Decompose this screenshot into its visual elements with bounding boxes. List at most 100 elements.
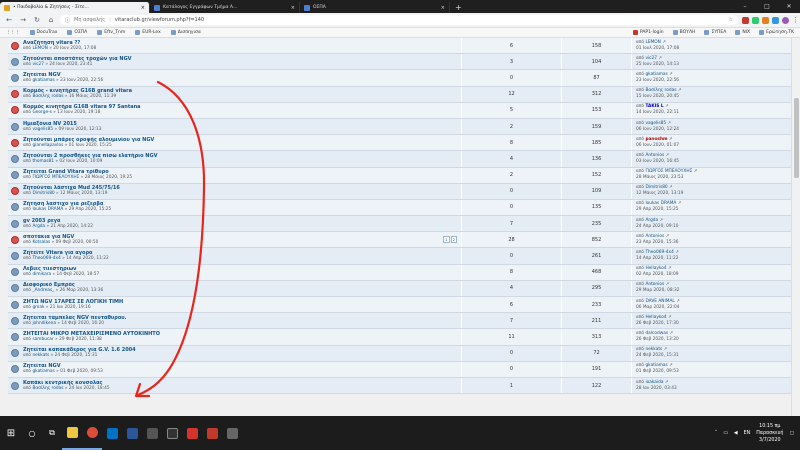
topic-row[interactable]: Διαφορικό Εμπρός από _Andreas_ » 26 Μαρ 2… — [8, 280, 791, 297]
go-to-post-icon[interactable]: ↗ — [694, 169, 698, 174]
notifications-icon[interactable]: ▢ — [789, 431, 794, 436]
bookmark-ospa[interactable]: ΟΣΠΑ — [67, 30, 87, 35]
last-post-author-link[interactable]: ioakaida — [645, 380, 663, 385]
network-icon[interactable]: ▭ — [723, 431, 728, 436]
language-indicator[interactable]: EN — [744, 431, 751, 436]
topic-row[interactable]: ΖΗΤΕΙΤΑΙ ΜΙΚΡΟ ΜΕΤΑΧΕΙΡΙΣΜΕΝΟ ΑΥΤΟΚΙΝΗΤΟ… — [8, 329, 791, 346]
topic-author-link[interactable]: _Andreas_ — [32, 288, 54, 293]
tab-ospa[interactable]: ΟΣΠΑ × — [300, 2, 450, 13]
last-post-author-link[interactable]: gkatiamas — [645, 363, 667, 368]
volume-icon[interactable]: ◀ — [734, 431, 738, 436]
search-icon[interactable]: ○ — [22, 416, 42, 450]
topic-author-link[interactable]: johndikena — [32, 321, 56, 326]
topic-row[interactable]: Ζητείται Grand Vitara τρίθυρο από ΓΙΩΡΓΟΣ… — [8, 167, 791, 184]
clock[interactable]: 10:15 πμ Παρασκευή 3/7/2020 — [756, 423, 783, 444]
bookmark-nix[interactable]: NIX — [735, 30, 750, 35]
go-to-post-icon[interactable]: ↗ — [678, 88, 682, 93]
topic-row[interactable]: Ζητείται καπακάδερος για G.V. 1.6 2004 απ… — [8, 345, 791, 362]
last-post-author-link[interactable]: nekkats — [645, 347, 662, 352]
outlook-icon[interactable] — [102, 416, 122, 450]
go-to-post-icon[interactable]: ↗ — [676, 299, 680, 304]
home-icon[interactable]: ⌂ — [46, 15, 56, 25]
last-post-author-link[interactable]: vic27 — [645, 56, 657, 61]
maximize-icon[interactable]: □ — [756, 0, 778, 13]
apps-icon[interactable]: ⋮⋮⋮ — [6, 30, 20, 35]
topic-row[interactable]: Ημιαξόνια NV 2015 από vagelis85 » 09 Ιουν… — [8, 118, 791, 136]
go-to-post-icon[interactable]: ↗ — [666, 153, 670, 158]
last-post-author-link[interactable]: panoshm — [645, 137, 667, 142]
go-to-post-icon[interactable]: ↗ — [668, 315, 672, 320]
go-to-post-icon[interactable]: ↗ — [666, 234, 670, 239]
topic-author-link[interactable]: Dimitris80 — [32, 191, 54, 196]
last-post-author-link[interactable]: DAVE ANIMAL — [645, 299, 674, 304]
topic-author-link[interactable]: thomas81 — [32, 159, 54, 164]
topic-author-link[interactable]: Argda — [32, 224, 45, 229]
last-post-author-link[interactable]: Hellayko4 — [645, 266, 666, 271]
bookmark-eurlex[interactable]: EUR-Lex — [135, 30, 161, 35]
last-post-author-link[interactable]: Theo069-4x4 — [645, 250, 673, 255]
go-to-post-icon[interactable]: ↗ — [668, 266, 672, 271]
topic-row[interactable]: gv 2003 ρεγα από Argda » 21 Απρ 2020, 14:… — [8, 216, 791, 233]
bookmark-sypea[interactable]: ΣΥΠΕΑ — [704, 30, 726, 35]
topic-author-link[interactable]: George-s — [32, 110, 51, 115]
word-icon[interactable] — [122, 416, 142, 450]
pdf-icon[interactable] — [182, 416, 202, 450]
chevron-up-icon[interactable]: ˄ — [715, 431, 717, 436]
bookmark-erotisi[interactable]: Eρώτηση.TK — [759, 30, 794, 35]
topic-row[interactable]: σποτακια για NGV από Kotsalas » 09 Φεβ 20… — [8, 232, 791, 249]
go-to-post-icon[interactable]: ↗ — [669, 72, 673, 77]
last-post-author-link[interactable]: Antonios — [645, 153, 664, 158]
extension-icon[interactable] — [772, 16, 779, 24]
topic-row[interactable]: Ζητούνται 2 προσθήκες για πίσω ελατήριο … — [8, 151, 791, 168]
topic-row[interactable]: Αναζήτηση vitara ?? από LEMON » 20 Ιουν 2… — [8, 38, 791, 55]
bookmark-eftv[interactable]: Eftv_Tnm — [97, 30, 125, 35]
topic-author-link[interactable]: Kotsalas — [32, 240, 50, 245]
last-post-author-link[interactable]: vagelis85 — [645, 121, 666, 126]
go-to-post-icon[interactable]: ↗ — [669, 363, 673, 368]
topic-row[interactable]: Λεβιες τιιεστηριων από dimikara » 14 Φεβ … — [8, 264, 791, 281]
topic-row[interactable]: Ζητούνται λάστιχα Mud 245/75/16 από Dimit… — [8, 183, 791, 200]
last-post-author-link[interactable]: dalcodwas — [645, 331, 668, 336]
last-post-author-link[interactable]: gkatiamas — [645, 72, 667, 77]
url-input[interactable]: ⓘ Μη ασφαλής | vitaraclub.gr/viewforum.p… — [60, 15, 738, 25]
topic-row[interactable]: ΖΗΤΩ NGV 17ΑΡΕΣ ΣΕ ΛΟΓΙΚΗ ΤΙΜΗ από gmak »… — [8, 297, 791, 314]
bookmark-dispigisa[interactable]: Δισπηγισα — [170, 30, 201, 35]
topic-author-link[interactable]: gmak — [32, 305, 44, 310]
calculator-icon[interactable] — [222, 416, 242, 450]
topic-row[interactable]: Ζήτηση λαστιχο για ρεζερβα από loukas DRA… — [8, 199, 791, 217]
go-to-post-icon[interactable]: ↗ — [660, 218, 664, 223]
topic-author-link[interactable]: Βασίλης rodas — [32, 94, 63, 99]
topic-author-link[interactable]: Βασίλης rodas — [32, 386, 63, 391]
media-icon[interactable] — [142, 416, 162, 450]
opera-icon[interactable] — [742, 16, 749, 24]
go-to-post-icon[interactable]: ↗ — [678, 201, 682, 206]
topic-row[interactable]: Ζητειται ταμπελας NGV πενταθυρου. από joh… — [8, 313, 791, 330]
bookmark-vouli[interactable]: ΒΟΥΛΗ — [672, 30, 695, 35]
go-to-post-icon[interactable]: ↗ — [667, 121, 671, 126]
go-to-post-icon[interactable]: ↗ — [665, 380, 669, 385]
go-to-post-icon[interactable]: ↗ — [669, 331, 673, 336]
page-link[interactable]: 2 — [450, 236, 457, 244]
topic-author-link[interactable]: vic27 — [32, 62, 44, 67]
last-post-author-link[interactable]: ΓΙΩΡΓΟΣ ΜΠΕΛΟΥΧΗΣ — [645, 169, 692, 174]
topic-author-link[interactable]: gkatiamas — [32, 369, 54, 374]
go-to-post-icon[interactable]: ↗ — [658, 56, 662, 61]
topic-row[interactable]: Ζητούνται αποστάτες τροχών για NGV από vi… — [8, 54, 791, 71]
profile-avatar-icon[interactable] — [782, 16, 789, 24]
topic-author-link[interactable]: loukas DRAMA — [32, 207, 63, 212]
go-to-post-icon[interactable]: ↗ — [675, 250, 679, 255]
back-icon[interactable]: ← — [4, 15, 14, 25]
bookmark-docutrax[interactable]: DocuTrax — [29, 30, 57, 35]
topic-author-link[interactable]: gianellapavlos — [32, 143, 63, 148]
topic-row[interactable]: Καπάκι κεντρικής κονσολας από Βασίλης rod… — [8, 377, 791, 395]
page-scrollbar[interactable] — [791, 38, 800, 416]
tab-forum[interactable]: • Παιδοβολία & Ζητήσεις - Σίτε... × — [0, 2, 150, 13]
chrome-icon[interactable] — [82, 416, 102, 450]
last-post-author-link[interactable]: TAKIS L — [645, 104, 663, 109]
topic-author-link[interactable]: gkatiamas — [32, 78, 54, 83]
last-post-author-link[interactable]: Argda — [645, 218, 658, 223]
close-icon[interactable]: × — [291, 5, 295, 11]
star-icon[interactable]: ☆ — [729, 17, 733, 23]
forward-icon[interactable]: → — [18, 15, 28, 25]
last-post-author-link[interactable]: Βασίλης rodas — [645, 88, 676, 93]
